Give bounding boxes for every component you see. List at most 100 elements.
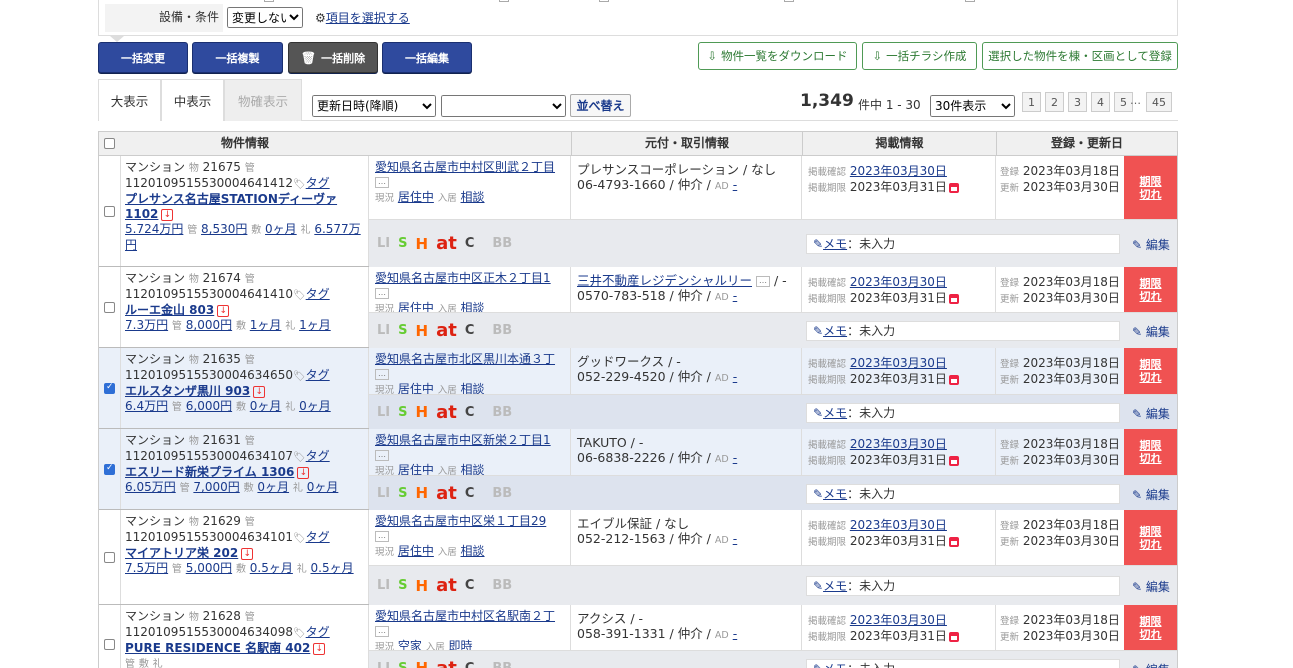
memo-field[interactable]: ✎メモ：未入力 — [806, 234, 1120, 254]
edit-link[interactable]: ✎ 編集 — [1132, 578, 1170, 595]
property-name-link[interactable]: PURE RESIDENCE 名駅南 402 — [125, 641, 310, 655]
page-2[interactable]: 2 — [1045, 92, 1064, 112]
rent-link[interactable]: 6.4万円 — [125, 399, 168, 413]
sort-secondary-select[interactable] — [441, 95, 566, 117]
tag-link[interactable]: タグ — [306, 449, 330, 463]
portal-c-icon[interactable]: C — [465, 405, 475, 420]
row-checkbox[interactable] — [104, 552, 115, 563]
address-link[interactable]: 愛知県名古屋市中区正木２丁目1 — [375, 271, 551, 285]
more-icon[interactable]: … — [756, 276, 770, 287]
confirm-date-link[interactable]: 2023年03月30日 — [850, 356, 947, 370]
memo-link[interactable]: メモ — [823, 487, 847, 501]
memo-field[interactable]: ✎メモ：未入力 — [806, 576, 1120, 596]
ad-value-link[interactable]: - — [733, 369, 738, 384]
memo-link[interactable]: メモ — [823, 324, 847, 338]
move-in-link[interactable]: 相談 — [461, 544, 485, 558]
address-link[interactable]: 愛知県名古屋市中村区則武２丁目 — [375, 160, 555, 174]
portal-li-icon[interactable]: LI — [377, 323, 390, 338]
download-pdf-icon[interactable]: ↓ — [217, 304, 230, 317]
row-checkbox[interactable] — [104, 639, 115, 650]
portal-at-icon[interactable]: at — [436, 402, 457, 423]
bulk-copy-button[interactable]: 一括複製 — [192, 42, 283, 73]
expired-badge[interactable]: 期限 切れ — [1124, 348, 1177, 394]
edit-link[interactable]: ✎ 編集 — [1132, 323, 1170, 340]
key-money-link[interactable]: 0.5ヶ月 — [311, 561, 354, 575]
calendar-icon[interactable] — [948, 536, 959, 547]
portal-li-icon[interactable]: LI — [377, 486, 390, 501]
bulk-edit-button[interactable]: 一括編集 — [382, 42, 472, 73]
portal-at-icon[interactable]: at — [436, 575, 457, 596]
portal-bb-icon[interactable]: BB — [492, 323, 512, 338]
bulk-delete-button[interactable]: 🗑 一括削除 — [288, 42, 378, 73]
memo-link[interactable]: メモ — [823, 237, 847, 251]
memo-field[interactable]: ✎メモ：未入力 — [806, 659, 1120, 668]
download-pdf-icon[interactable]: ↓ — [313, 642, 326, 655]
memo-link[interactable]: メモ — [823, 579, 847, 593]
edit-link[interactable]: ✎ 編集 — [1132, 236, 1170, 253]
tag-link[interactable]: タグ — [306, 625, 330, 639]
more-icon[interactable]: … — [375, 369, 389, 380]
tag-link[interactable]: タグ — [306, 368, 330, 382]
page-1[interactable]: 1 — [1022, 92, 1041, 112]
confirm-date-link[interactable]: 2023年03月30日 — [850, 613, 947, 627]
more-icon[interactable]: … — [375, 531, 389, 542]
tab-large-view[interactable]: 大表示 — [98, 79, 161, 121]
confirm-date-link[interactable]: 2023年03月30日 — [850, 164, 947, 178]
mgmt-fee-link[interactable]: 8,000円 — [186, 318, 232, 332]
calendar-icon[interactable] — [948, 631, 959, 642]
property-name-link[interactable]: エルスタンザ黒川 903 — [125, 384, 250, 398]
memo-field[interactable]: ✎メモ：未入力 — [806, 484, 1120, 504]
register-building-button[interactable]: 選択した物件を棟・区画として登録 — [982, 42, 1178, 70]
deposit-link[interactable]: 1ヶ月 — [250, 318, 282, 332]
tag-link[interactable]: タグ — [306, 176, 330, 190]
portal-s-icon[interactable]: S — [398, 578, 407, 593]
portal-bb-icon[interactable]: BB — [492, 236, 512, 251]
deposit-link[interactable]: 0ヶ月 — [257, 480, 289, 494]
memo-field[interactable]: ✎メモ：未入力 — [806, 403, 1120, 423]
portal-bb-icon[interactable]: BB — [492, 578, 512, 593]
portal-c-icon[interactable]: C — [465, 661, 475, 668]
portal-li-icon[interactable]: LI — [377, 578, 390, 593]
row-checkbox[interactable] — [104, 382, 115, 394]
ad-value-link[interactable]: - — [733, 288, 738, 303]
mgmt-fee-link[interactable]: 7,000円 — [193, 480, 239, 494]
select-items-link[interactable]: ⚙項目を選択する — [315, 9, 410, 26]
portal-h-icon[interactable]: H — [416, 577, 429, 595]
page-3[interactable]: 3 — [1068, 92, 1087, 112]
sort-button[interactable]: 並べ替え — [570, 94, 631, 117]
ad-value-link[interactable]: - — [733, 450, 738, 465]
edit-link[interactable]: ✎ 編集 — [1132, 661, 1170, 668]
portal-c-icon[interactable]: C — [465, 236, 475, 251]
address-link[interactable]: 愛知県名古屋市中区栄１丁目29 — [375, 514, 546, 528]
more-icon[interactable]: … — [375, 177, 389, 188]
property-name-link[interactable]: ルーエ金山 803 — [125, 303, 214, 317]
status-link[interactable]: 居住中 — [398, 190, 434, 204]
rent-link[interactable]: 5.724万円 — [125, 222, 183, 236]
rent-link[interactable]: 6.05万円 — [125, 480, 176, 494]
download-pdf-icon[interactable]: ↓ — [161, 208, 174, 221]
per-page-select[interactable]: 30件表示 — [930, 95, 1015, 117]
portal-bb-icon[interactable]: BB — [492, 661, 512, 668]
memo-link[interactable]: メモ — [823, 406, 847, 420]
portal-h-icon[interactable]: H — [416, 659, 429, 668]
portal-bb-icon[interactable]: BB — [492, 486, 512, 501]
page-last[interactable]: 45 — [1146, 92, 1172, 112]
deposit-link[interactable]: 0ヶ月 — [265, 222, 297, 236]
filter-condition-select[interactable]: 変更しない — [227, 7, 303, 28]
key-money-link[interactable]: 0ヶ月 — [307, 480, 339, 494]
more-icon[interactable]: … — [375, 450, 389, 461]
row-checkbox[interactable] — [104, 206, 115, 217]
row-checkbox[interactable] — [104, 302, 115, 313]
portal-at-icon[interactable]: at — [436, 233, 457, 254]
property-name-link[interactable]: エスリード新栄プライム 1306 — [125, 465, 294, 479]
page-4[interactable]: 4 — [1091, 92, 1110, 112]
portal-bb-icon[interactable]: BB — [492, 405, 512, 420]
bulk-flyer-button[interactable]: ⇩ 一括チラシ作成 — [862, 42, 977, 70]
ad-value-link[interactable]: - — [733, 531, 738, 546]
download-pdf-icon[interactable]: ↓ — [297, 466, 310, 479]
portal-c-icon[interactable]: C — [465, 486, 475, 501]
portal-c-icon[interactable]: C — [465, 323, 475, 338]
portal-h-icon[interactable]: H — [416, 403, 429, 421]
confirm-date-link[interactable]: 2023年03月30日 — [850, 437, 947, 451]
ad-value-link[interactable]: - — [733, 177, 738, 192]
